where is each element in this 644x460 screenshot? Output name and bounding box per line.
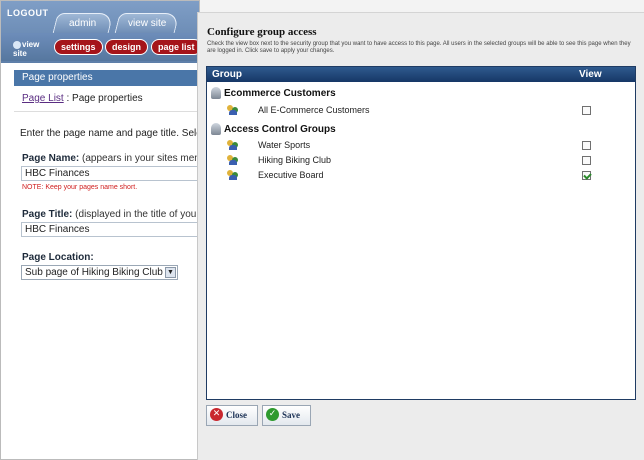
tab-view-site[interactable]: view site xyxy=(114,13,180,34)
group-row: Executive Board xyxy=(227,169,627,182)
breadcrumb-separator: : xyxy=(63,93,73,104)
logout-link[interactable]: LOGOUT xyxy=(7,8,49,18)
dialog-title: Configure group access xyxy=(207,26,317,38)
group-access-dialog: Configure group access Check the view bo… xyxy=(197,12,644,460)
user-group-icon xyxy=(227,140,239,151)
page-title-label: Page Title: (displayed in the title of y… xyxy=(22,209,200,220)
save-button[interactable]: ✓ Save xyxy=(262,405,311,426)
close-button[interactable]: ✕ Close xyxy=(206,405,258,426)
category-ecommerce: Ecommerce Customers xyxy=(211,86,336,101)
group-label: Executive Board xyxy=(258,170,324,180)
breadcrumb-page-list-link[interactable]: Page List xyxy=(22,93,64,104)
settings-button[interactable]: settings xyxy=(54,39,103,55)
view-checkbox-all-ecommerce-customers[interactable] xyxy=(582,106,591,115)
page-title-hint: (displayed in the title of your xyxy=(75,209,200,220)
intro-text: Enter the page name and page title. Sele xyxy=(20,128,200,139)
page-list-button[interactable]: page list xyxy=(151,39,199,55)
column-view-header: View xyxy=(579,69,602,80)
eye-icon xyxy=(13,40,21,49)
panel-title: Page properties xyxy=(14,70,199,86)
tab-admin[interactable]: admin xyxy=(52,13,114,34)
group-row: Hiking Biking Club xyxy=(227,154,627,167)
check-icon: ✓ xyxy=(266,408,279,422)
breadcrumb: Page List : Page properties xyxy=(22,93,143,104)
column-group-header: Group xyxy=(212,69,242,80)
grid-header: Group View xyxy=(207,67,635,82)
breadcrumb-current: Page properties xyxy=(72,93,143,104)
divider xyxy=(14,111,199,112)
page-location-value: Sub page of Hiking Biking Club xyxy=(25,267,163,278)
admin-panel: LOGOUT admin view site view site setting… xyxy=(0,0,200,460)
group-access-grid: Group View Ecommerce Customers All E-Com… xyxy=(206,66,636,400)
lock-icon xyxy=(211,123,221,136)
user-group-icon xyxy=(227,170,239,181)
user-group-icon xyxy=(227,155,239,166)
view-checkbox-executive-board[interactable] xyxy=(582,171,591,180)
category-label: Access Control Groups xyxy=(224,124,336,135)
dialog-description: Check the view box next to the security … xyxy=(207,41,631,54)
view-site-button[interactable]: view site xyxy=(13,40,49,58)
admin-toolbar: view site settings design page list xyxy=(1,33,199,61)
group-row: All E-Commerce Customers xyxy=(227,104,627,117)
save-button-label: Save xyxy=(282,410,300,420)
tab-admin-label: admin xyxy=(69,18,97,29)
close-icon: ✕ xyxy=(210,408,223,422)
group-label: All E-Commerce Customers xyxy=(258,105,370,115)
page-name-hint: (appears in your sites men xyxy=(82,153,200,164)
page-name-note: NOTE: Keep your pages name short. xyxy=(22,184,138,191)
page-name-input[interactable]: HBC Finances xyxy=(21,166,199,181)
page-location-select[interactable]: Sub page of Hiking Biking Club ▼ xyxy=(21,265,178,280)
category-access-control: Access Control Groups xyxy=(211,122,336,137)
page-title-label-text: Page Title: xyxy=(22,209,73,220)
page-name-label-text: Page Name: xyxy=(22,153,80,164)
group-label: Hiking Biking Club xyxy=(258,155,332,165)
view-checkbox-water-sports[interactable] xyxy=(582,141,591,150)
page-location-label: Page Location: xyxy=(22,252,94,263)
user-group-icon xyxy=(227,105,239,116)
page-title-input[interactable]: HBC Finances xyxy=(21,222,199,237)
tab-view-site-label: view site xyxy=(127,18,167,29)
close-button-label: Close xyxy=(226,410,247,420)
category-label: Ecommerce Customers xyxy=(224,88,336,99)
chevron-down-icon[interactable]: ▼ xyxy=(165,267,176,278)
design-button[interactable]: design xyxy=(105,39,149,55)
group-row: Water Sports xyxy=(227,139,627,152)
view-checkbox-hiking-biking-club[interactable] xyxy=(582,156,591,165)
customers-icon xyxy=(211,87,221,100)
group-label: Water Sports xyxy=(258,140,311,150)
page-name-label: Page Name: (appears in your sites men xyxy=(22,153,200,164)
